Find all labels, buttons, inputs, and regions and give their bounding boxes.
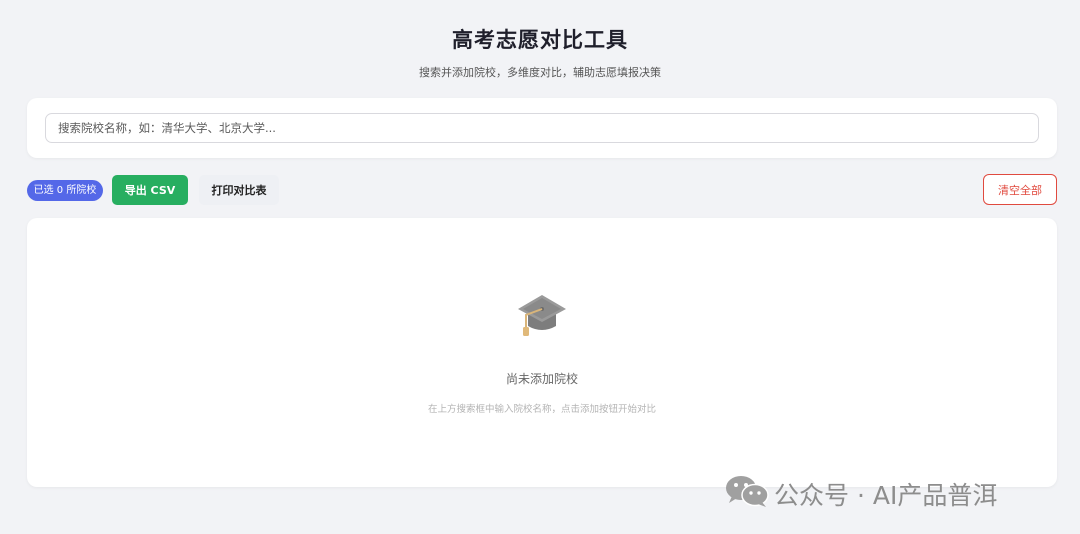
- search-input[interactable]: [45, 113, 1039, 143]
- watermark-text: 公众号 · AI产品普洱: [774, 481, 998, 510]
- empty-state-title: 尚未添加院校: [505, 372, 578, 386]
- selected-count-badge: 已选 0 所院校: [27, 180, 103, 201]
- print-compare-button[interactable]: 打印对比表: [199, 175, 279, 205]
- watermark: 公众号 · AI产品普洱: [724, 472, 1054, 510]
- empty-state-card: 尚未添加院校 在上方搜索框中输入院校名称，点击添加按钮开始对比: [27, 218, 1057, 487]
- page-subtitle: 搜索并添加院校，多维度对比，辅助志愿填报决策: [419, 66, 661, 79]
- page: 高考志愿对比工具 搜索并添加院校，多维度对比，辅助志愿填报决策 已选 0 所院校…: [0, 0, 1080, 534]
- graduation-cap-icon: [518, 295, 566, 336]
- search-card: [27, 98, 1057, 158]
- empty-state-description: 在上方搜索框中输入院校名称，点击添加按钮开始对比: [427, 404, 656, 415]
- export-csv-button[interactable]: 导出 CSV: [112, 175, 188, 205]
- clear-all-button[interactable]: 清空全部: [983, 174, 1057, 205]
- page-title: 高考志愿对比工具: [452, 28, 628, 52]
- wechat-icon: [726, 476, 769, 507]
